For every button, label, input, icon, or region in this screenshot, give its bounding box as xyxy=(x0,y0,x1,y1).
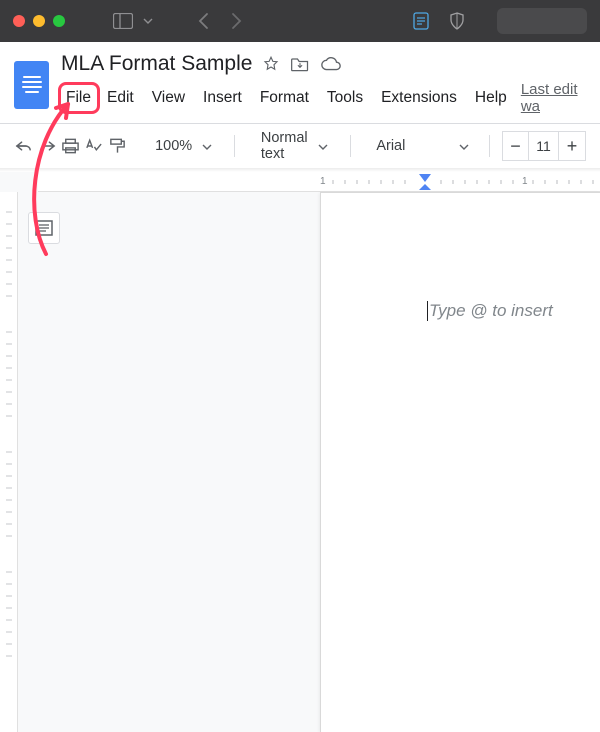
zoom-dropdown[interactable]: 100% xyxy=(143,137,220,155)
address-bar[interactable] xyxy=(497,8,587,34)
menubar: File Edit View Insert Format Tools Exten… xyxy=(61,81,586,115)
window-minimize-button[interactable] xyxy=(33,15,45,27)
print-button[interactable] xyxy=(61,131,80,161)
browser-nav xyxy=(197,12,243,30)
chevron-down-icon[interactable] xyxy=(143,16,153,26)
docs-logo-icon[interactable] xyxy=(14,61,49,109)
font-value: Arial xyxy=(372,138,409,154)
spellcheck-button[interactable] xyxy=(84,131,103,161)
menu-insert[interactable]: Insert xyxy=(195,86,250,110)
paint-format-button[interactable] xyxy=(108,131,127,161)
canvas-area: 1 1 Type @ to insert xyxy=(0,172,600,732)
window-close-button[interactable] xyxy=(13,15,25,27)
page-editor[interactable]: Type @ to insert xyxy=(321,193,600,321)
document-outline-button[interactable] xyxy=(28,212,60,244)
star-icon[interactable] xyxy=(262,55,280,73)
menu-help[interactable]: Help xyxy=(467,86,515,110)
forward-button[interactable] xyxy=(229,12,243,30)
reader-icon[interactable] xyxy=(413,12,429,30)
menu-edit[interactable]: Edit xyxy=(99,86,142,110)
toolbar: 100% Normal text Arial − 11 + xyxy=(0,124,600,168)
chevron-down-icon xyxy=(318,137,328,155)
menu-view[interactable]: View xyxy=(144,86,193,110)
zoom-value: 100% xyxy=(151,138,196,154)
cloud-status-icon[interactable] xyxy=(320,55,342,73)
document-title[interactable]: MLA Format Sample xyxy=(61,52,252,76)
move-folder-icon[interactable] xyxy=(290,55,310,73)
toolbar-separator xyxy=(350,135,351,157)
chevron-down-icon xyxy=(202,137,212,155)
undo-button[interactable] xyxy=(14,131,33,161)
increase-font-button[interactable]: + xyxy=(559,132,585,160)
redo-button[interactable] xyxy=(37,131,56,161)
last-edit-link[interactable]: Last edit wa xyxy=(521,81,586,115)
style-value: Normal text xyxy=(257,130,312,162)
mac-titlebar xyxy=(0,0,600,42)
font-dropdown[interactable]: Arial xyxy=(364,137,477,155)
menu-file[interactable]: File xyxy=(61,86,97,110)
menu-extensions[interactable]: Extensions xyxy=(373,86,465,110)
editor-placeholder: Type @ to insert xyxy=(429,301,553,321)
text-cursor xyxy=(427,301,428,321)
toolbar-separator xyxy=(489,135,490,157)
menu-format[interactable]: Format xyxy=(252,86,317,110)
document-page[interactable]: Type @ to insert xyxy=(320,192,600,732)
annotation-highlight xyxy=(58,82,100,114)
style-dropdown[interactable]: Normal text xyxy=(249,130,336,162)
traffic-lights xyxy=(13,15,65,27)
window-zoom-button[interactable] xyxy=(53,15,65,27)
privacy-shield-icon[interactable] xyxy=(449,12,465,30)
menu-tools[interactable]: Tools xyxy=(319,86,371,110)
font-size-input[interactable]: 11 xyxy=(529,132,559,160)
sidebar-toggle-icon[interactable] xyxy=(113,13,133,29)
horizontal-ruler[interactable]: 1 1 xyxy=(38,172,600,192)
docs-header: MLA Format Sample File Edit View Insert xyxy=(0,42,600,115)
back-button[interactable] xyxy=(197,12,211,30)
chevron-down-icon xyxy=(459,137,469,155)
decrease-font-button[interactable]: − xyxy=(503,132,529,160)
ruler-tick-label: 1 xyxy=(320,176,326,187)
vertical-ruler[interactable] xyxy=(0,192,18,732)
font-size-control: − 11 + xyxy=(502,131,586,161)
title-row: MLA Format Sample xyxy=(61,52,586,76)
toolbar-separator xyxy=(234,135,235,157)
